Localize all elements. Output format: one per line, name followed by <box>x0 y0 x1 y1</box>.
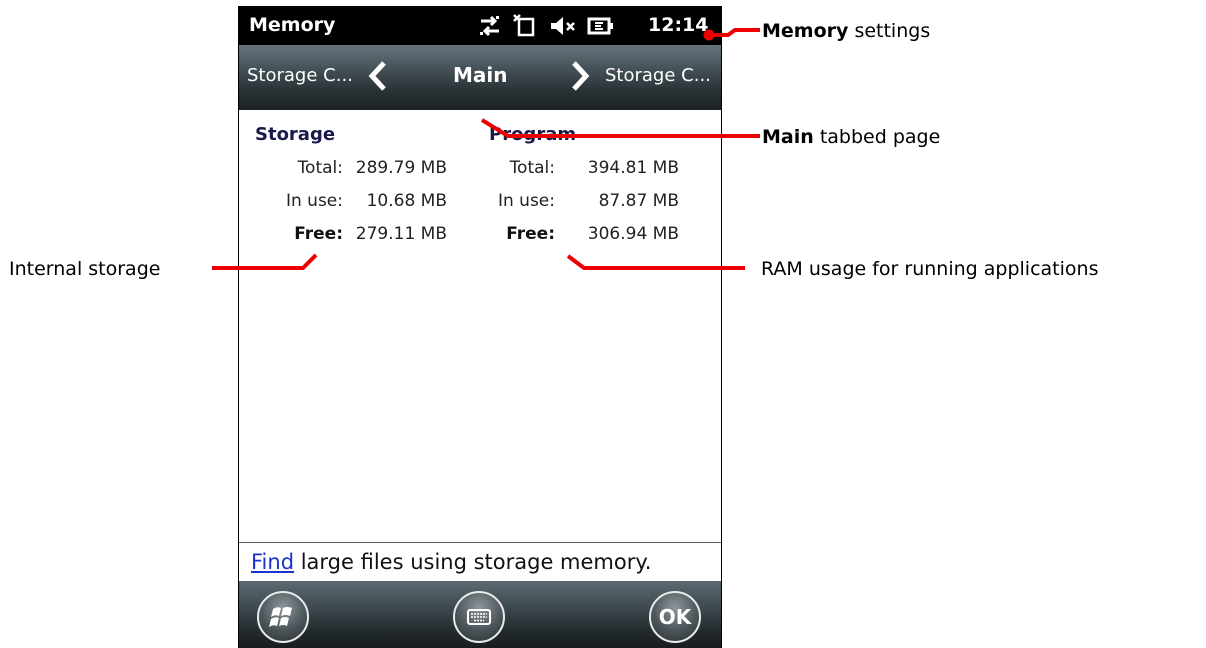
memory-settings-annotation: Memory settings <box>762 20 930 42</box>
ram-usage-line <box>566 254 745 270</box>
ram-usage-annotation: RAM usage for running applications <box>761 258 1099 280</box>
internal-storage-annotation: Internal storage <box>9 258 161 280</box>
internal-storage-line <box>212 253 318 270</box>
memory-annotation-bold: Memory <box>762 20 849 42</box>
main-annotation-rest: tabbed page <box>813 126 941 148</box>
main-annotation-bold: Main <box>762 126 814 148</box>
annotation-lines <box>212 28 760 270</box>
memory-annotation-rest: settings <box>848 20 931 42</box>
memory-settings-line <box>709 28 760 37</box>
main-tab-line <box>480 118 760 138</box>
main-tab-annotation: Main tabbed page <box>762 126 940 148</box>
